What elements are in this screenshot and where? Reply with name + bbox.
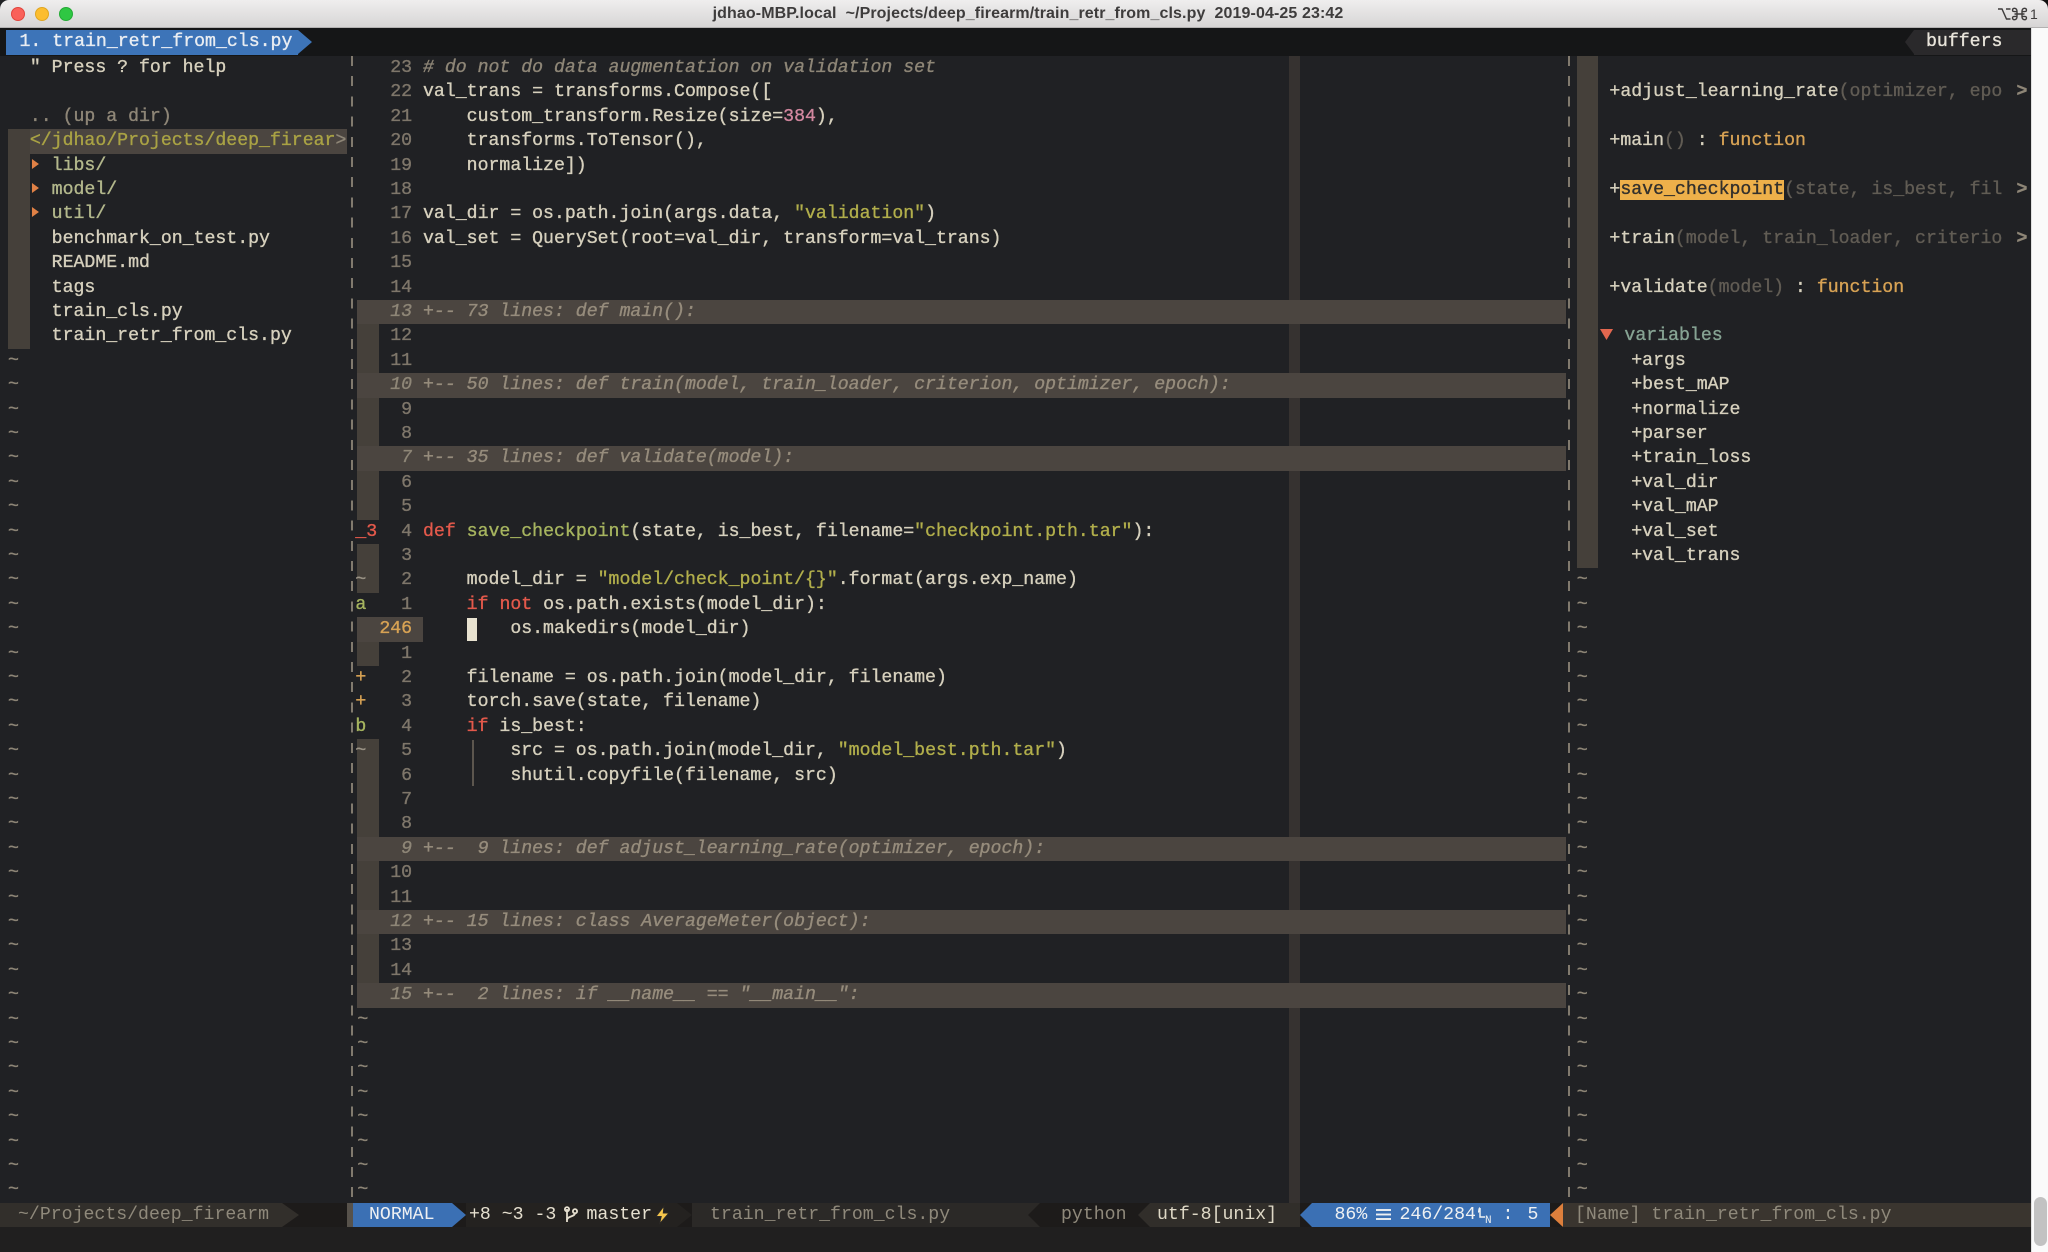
svg-text:1: 1 — [2030, 6, 2038, 22]
